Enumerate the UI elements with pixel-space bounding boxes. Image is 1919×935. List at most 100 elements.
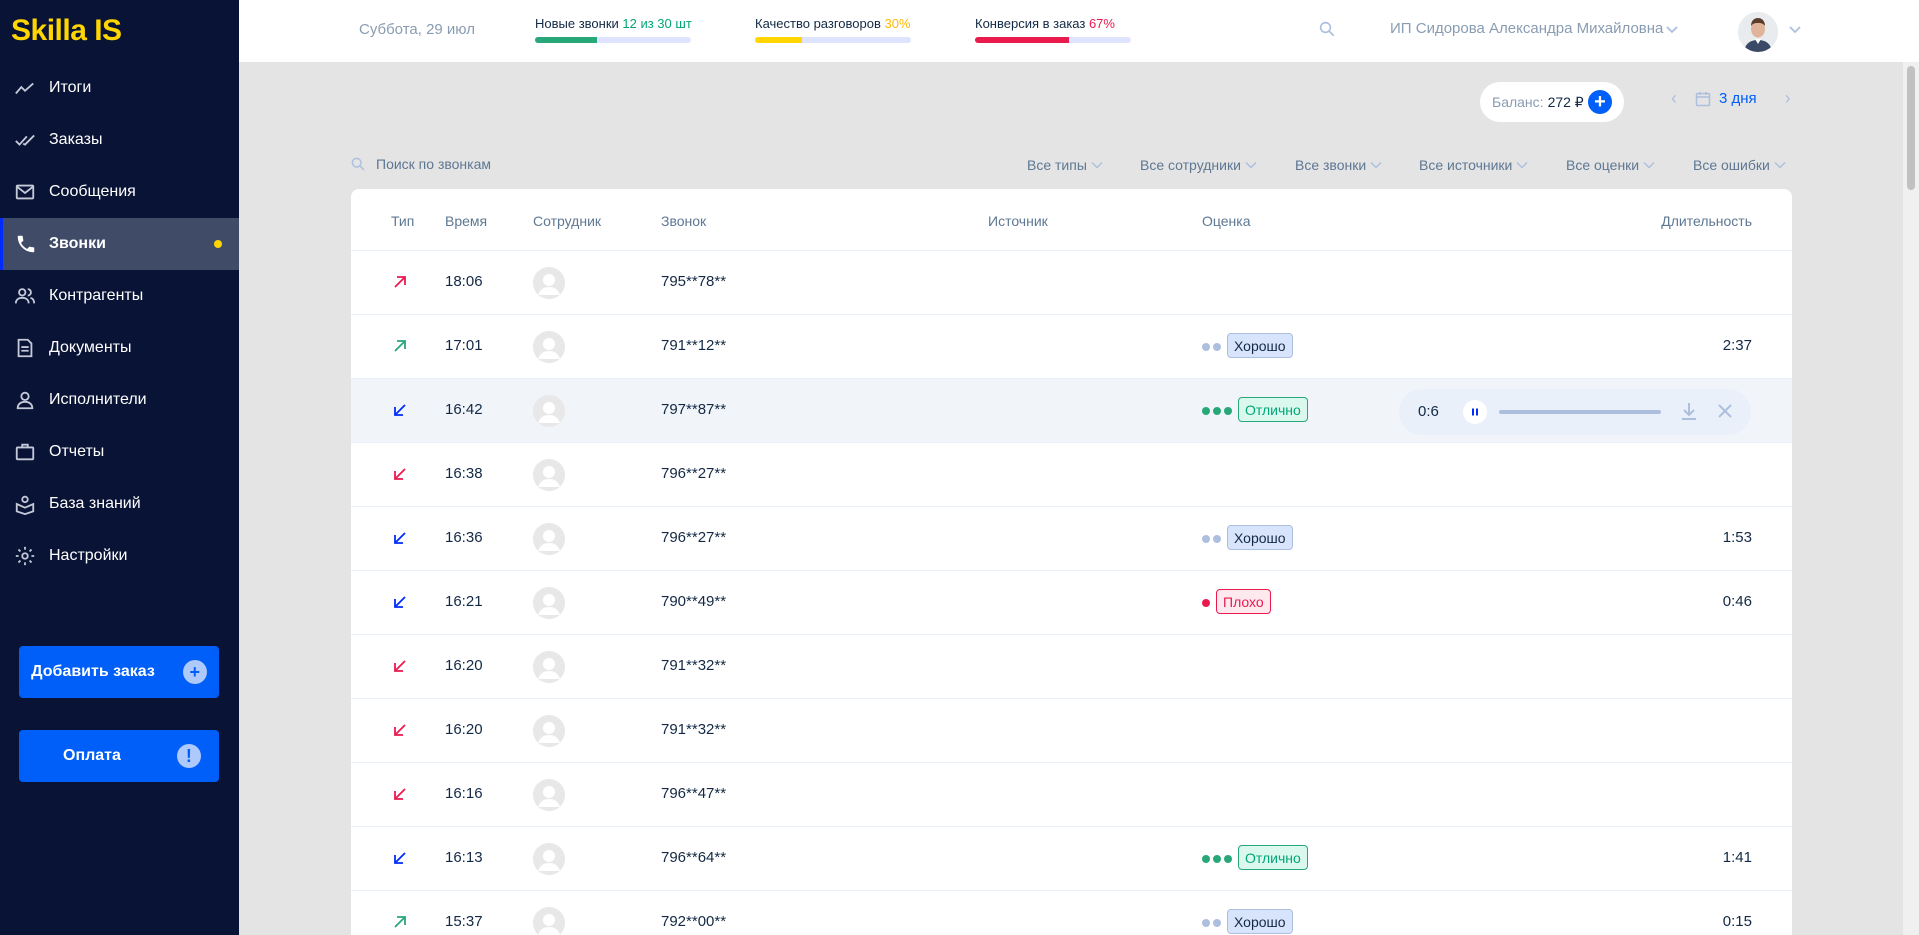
employee-avatar[interactable] <box>533 843 565 875</box>
sidebar-item-results[interactable]: Итоги <box>0 62 239 114</box>
chevron-down-icon[interactable] <box>1665 22 1679 40</box>
table-row[interactable]: 15:37 792**00** Хорошо 0:15 <box>351 891 1792 935</box>
call-phone[interactable]: 792**00** <box>661 913 726 930</box>
call-phone[interactable]: 795**78** <box>661 273 726 290</box>
balance-pill: Баланс: 272 ₽ + <box>1480 82 1624 122</box>
book-icon <box>0 493 49 515</box>
employee-avatar[interactable] <box>533 331 565 363</box>
rating-dot <box>1202 599 1210 607</box>
employee-avatar[interactable] <box>533 587 565 619</box>
column-header-time: Время <box>445 213 488 229</box>
call-time: 15:37 <box>445 913 483 930</box>
user-name[interactable]: ИП Сидорова Александра Михайловна <box>1390 20 1663 37</box>
period-label[interactable]: 3 дня <box>1719 90 1757 107</box>
phone-icon <box>3 233 49 255</box>
employee-avatar[interactable] <box>533 459 565 491</box>
rating-dot <box>1213 535 1221 543</box>
scrollbar-thumb[interactable] <box>1907 66 1915 190</box>
employee-avatar[interactable] <box>533 395 565 427</box>
call-phone[interactable]: 791**32** <box>661 657 726 674</box>
call-phone[interactable]: 791**32** <box>661 721 726 738</box>
rating-dots <box>1202 407 1232 415</box>
sidebar-item-label: Итоги <box>49 79 92 96</box>
table-row[interactable]: 17:01 791**12** Хорошо 2:37 <box>351 315 1792 379</box>
call-phone[interactable]: 796**27** <box>661 465 726 482</box>
sidebar-item-settings[interactable]: Настройки <box>0 530 239 582</box>
rating-badge: Хорошо <box>1227 333 1293 358</box>
filter-label: Все звонки <box>1295 157 1367 173</box>
filter-sources[interactable]: Все источники <box>1419 157 1528 173</box>
sidebar-item-label: Настройки <box>49 547 128 564</box>
filter-types[interactable]: Все типы <box>1027 157 1103 173</box>
rating-badge: Отлично <box>1238 397 1308 422</box>
sidebar-item-label: Звонки <box>49 235 106 252</box>
sidebar-item-documents[interactable]: Документы <box>0 322 239 374</box>
sidebar-item-label: База знаний <box>49 495 141 512</box>
sidebar-item-calls[interactable]: Звонки <box>0 218 239 270</box>
app-logo[interactable]: Skilla IS <box>11 14 122 48</box>
chevron-left-icon[interactable]: ‹ <box>1671 88 1677 109</box>
download-icon[interactable] <box>1680 401 1698 425</box>
employee-avatar[interactable] <box>533 651 565 683</box>
sidebar-item-performers[interactable]: Исполнители <box>0 374 239 426</box>
table-row[interactable]: 16:42 797**87** Отлично 0:6 <box>351 379 1792 443</box>
close-icon[interactable] <box>1716 402 1734 424</box>
filter-errors[interactable]: Все ошибки <box>1693 157 1786 173</box>
call-phone[interactable]: 796**64** <box>661 849 726 866</box>
filter-ratings[interactable]: Все оценки <box>1566 157 1655 173</box>
stat-call-quality: Качество разговоров 30% <box>755 16 911 43</box>
filters-bar: Все типы Все сотрудники Все звонки Все и… <box>0 157 1919 177</box>
payment-label: Оплата <box>63 747 121 764</box>
rating-dots <box>1202 535 1221 543</box>
call-phone[interactable]: 796**47** <box>661 785 726 802</box>
player-progress-track[interactable] <box>1499 410 1661 414</box>
missed-call-icon <box>391 785 409 803</box>
call-phone[interactable]: 797**87** <box>661 401 726 418</box>
payment-button[interactable]: Оплата ! <box>19 730 219 782</box>
table-row[interactable]: 16:21 790**49** Плохо 0:46 <box>351 571 1792 635</box>
call-time: 16:13 <box>445 849 483 866</box>
call-phone[interactable]: 790**49** <box>661 593 726 610</box>
call-phone[interactable]: 796**27** <box>661 529 726 546</box>
table-row[interactable]: 16:38 796**27** <box>351 443 1792 507</box>
stat-value: 30% <box>884 16 911 31</box>
scrollbar[interactable] <box>1903 62 1919 935</box>
stat-value: 12 из 30 шт <box>622 16 692 31</box>
employee-avatar[interactable] <box>533 523 565 555</box>
incoming-call-icon <box>391 593 409 611</box>
chevron-down-icon[interactable] <box>1788 22 1802 40</box>
sidebar-item-reports[interactable]: Отчеты <box>0 426 239 478</box>
employee-avatar[interactable] <box>533 715 565 747</box>
pause-button[interactable] <box>1463 400 1487 424</box>
add-balance-button[interactable]: + <box>1588 90 1612 114</box>
filter-label: Все оценки <box>1566 157 1640 173</box>
filter-employees[interactable]: Все сотрудники <box>1140 157 1257 173</box>
table-row[interactable]: 16:36 796**27** Хорошо 1:53 <box>351 507 1792 571</box>
call-time: 18:06 <box>445 273 483 290</box>
avatar[interactable] <box>1738 12 1778 52</box>
call-phone[interactable]: 791**12** <box>661 337 726 354</box>
employee-avatar[interactable] <box>533 779 565 811</box>
table-row[interactable]: 16:13 796**64** Отлично 1:41 <box>351 827 1792 891</box>
progress-bar <box>535 37 691 43</box>
chevron-right-icon[interactable]: › <box>1785 88 1791 109</box>
column-header-duration: Длительность <box>1661 213 1752 229</box>
calendar-icon[interactable] <box>1695 91 1711 107</box>
employee-avatar[interactable] <box>533 907 565 935</box>
filter-calls[interactable]: Все звонки <box>1295 157 1382 173</box>
calls-table: Тип Время Сотрудник Звонок Источник Оцен… <box>351 189 1792 935</box>
sidebar-item-label: Исполнители <box>49 391 147 408</box>
table-row[interactable]: 18:06 795**78** <box>351 251 1792 315</box>
employee-avatar[interactable] <box>533 267 565 299</box>
sidebar-item-label: Контрагенты <box>49 287 144 304</box>
add-order-button[interactable]: Добавить заказ + <box>19 646 219 698</box>
table-row[interactable]: 16:20 791**32** <box>351 699 1792 763</box>
search-icon[interactable] <box>1318 20 1340 42</box>
table-row[interactable]: 16:16 796**47** <box>351 763 1792 827</box>
table-row[interactable]: 16:20 791**32** <box>351 635 1792 699</box>
rating-badge: Хорошо <box>1227 525 1293 550</box>
rating-dots <box>1202 599 1210 607</box>
sidebar-item-knowledge-base[interactable]: База знаний <box>0 478 239 530</box>
call-time: 16:20 <box>445 721 483 738</box>
sidebar-item-counterparties[interactable]: Контрагенты <box>0 270 239 322</box>
